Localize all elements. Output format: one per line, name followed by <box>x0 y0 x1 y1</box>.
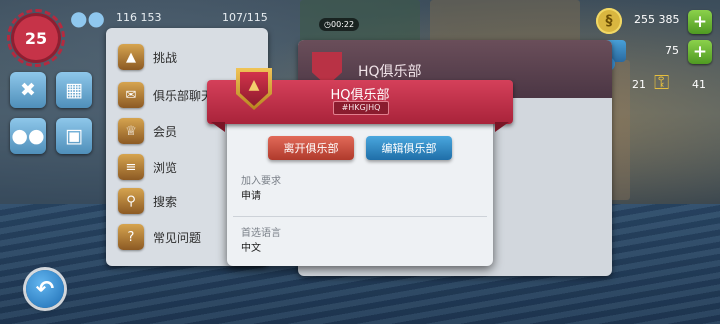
trophy-chest-icon: ▲ <box>118 44 144 70</box>
magnifier-icon: ⚲ <box>118 188 144 214</box>
join-requirement-label: 加入要求 <box>241 176 281 187</box>
preferred-language-value: 中文 <box>241 243 261 254</box>
menu-item-label: 浏览 <box>153 160 178 175</box>
capacity-value: 107/115 <box>222 11 268 24</box>
menu-item-search[interactable]: ⚲ 搜索 <box>118 186 177 216</box>
population-value: 116 153 <box>116 11 162 24</box>
add-simcash-button[interactable]: + <box>688 40 712 64</box>
add-money-button[interactable]: + <box>688 10 712 34</box>
simcash-value: 75 <box>665 44 679 57</box>
edit-club-button[interactable]: 编辑俱乐部 <box>366 136 452 160</box>
members-shield-icon: ♕ <box>118 118 144 144</box>
money-value: 255 385 <box>634 13 680 26</box>
plus-icon: + <box>692 42 708 62</box>
menu-item-browse[interactable]: ≡ 浏览 <box>118 152 177 182</box>
simoleon-icon: § <box>596 8 622 34</box>
club-panel-title: HQ俱乐部 <box>358 64 422 80</box>
friends-icon: ●● <box>11 125 45 147</box>
club-dialog <box>227 116 493 266</box>
gamepad-button[interactable]: ▣ <box>56 118 92 154</box>
menu-item-faq[interactable]: ? 常见问题 <box>118 222 201 252</box>
leave-club-button[interactable]: 离开俱乐部 <box>268 136 354 160</box>
menu-item-label: 常见问题 <box>153 230 202 245</box>
friends-button[interactable]: ●● <box>10 118 46 154</box>
club-tag: #HKGJHQ <box>333 101 389 115</box>
preferred-language-label: 首选语言 <box>241 228 281 239</box>
menu-item-label: 会员 <box>153 124 178 139</box>
back-arrow-icon: ↶ <box>35 276 55 302</box>
timer-value: 00:22 <box>330 20 355 29</box>
menu-item-label: 搜索 <box>153 194 178 209</box>
divider <box>233 216 487 217</box>
level-badge[interactable]: 25 <box>7 9 65 67</box>
back-button[interactable]: ↶ <box>26 270 64 308</box>
gamepad-icon: ▣ <box>65 125 83 147</box>
timer: ◷00:22 <box>319 18 360 31</box>
menu-item-label: 挑战 <box>153 50 178 65</box>
level-value: 25 <box>24 28 48 48</box>
menu-item-members[interactable]: ♕ 会员 <box>118 116 177 146</box>
plus-icon: + <box>692 12 708 32</box>
join-requirement-value: 申请 <box>241 191 261 202</box>
faq-book-icon: ? <box>118 224 144 250</box>
menu-item-challenge[interactable]: ▲ 挑战 <box>118 42 177 72</box>
population-icon: ●● <box>70 6 105 30</box>
browse-list-icon: ≡ <box>118 154 144 180</box>
